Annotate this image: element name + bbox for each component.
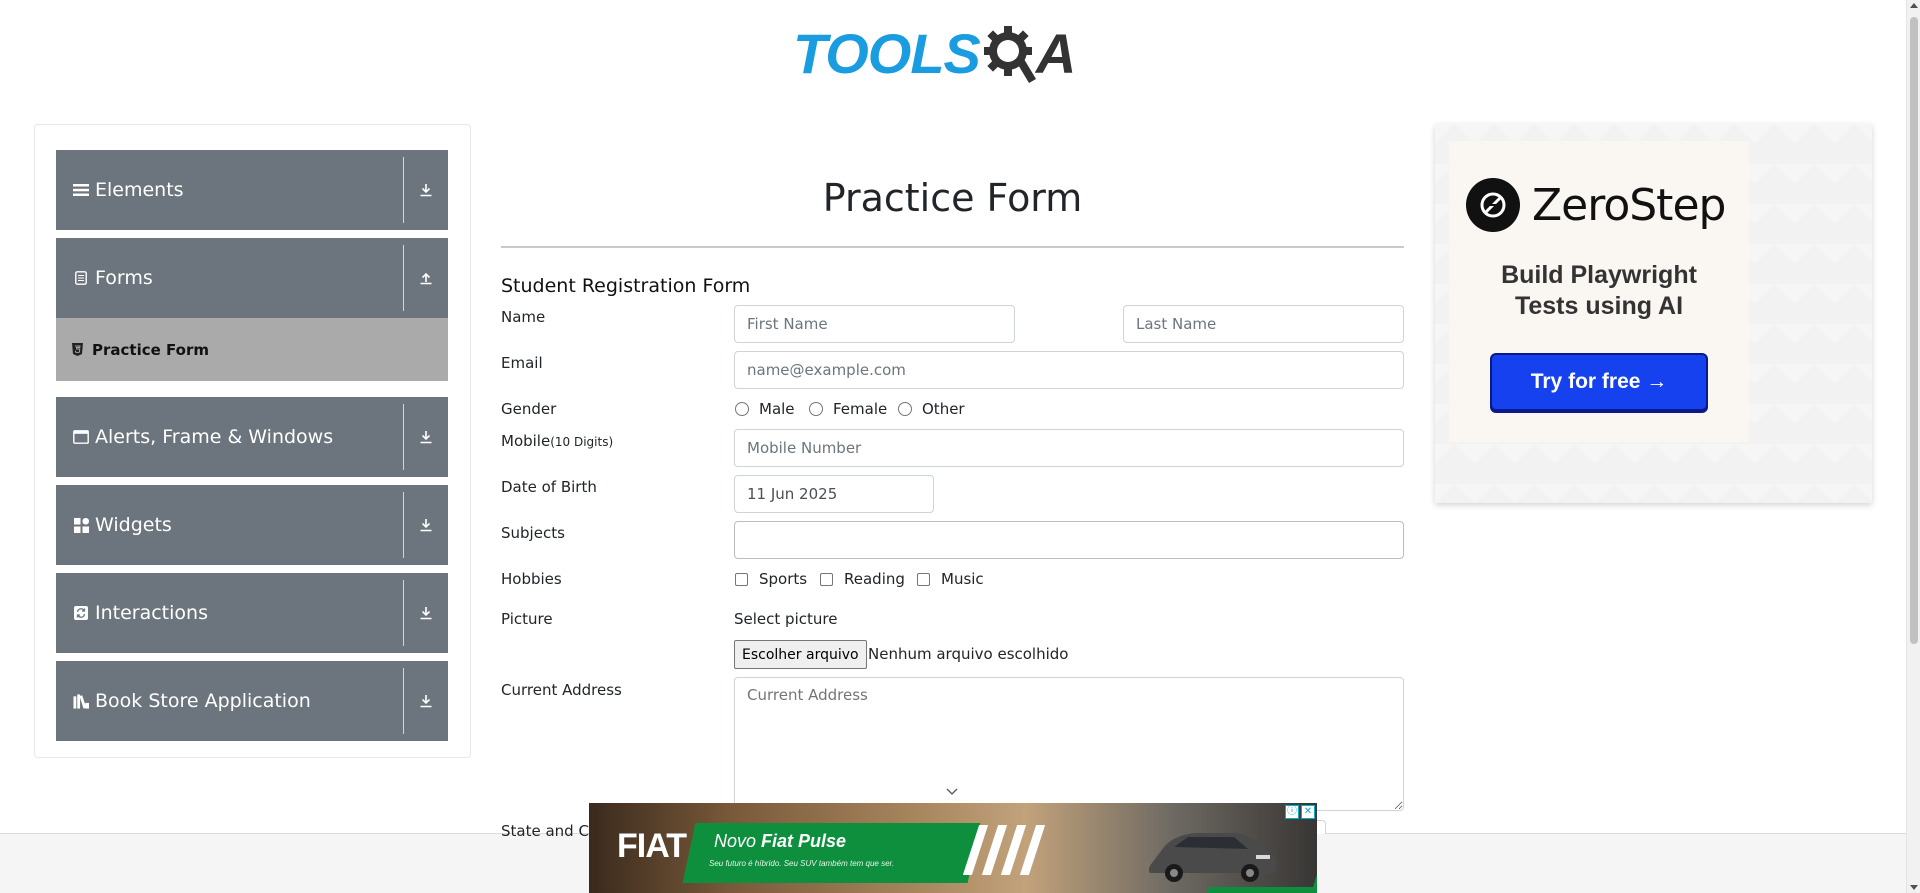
sidebar-group-alerts[interactable]: Alerts, Frame & Windows [56, 397, 448, 477]
state-city-label: State and Cit [501, 822, 599, 840]
sidebar-group-label: Elements [95, 179, 184, 201]
first-name-input[interactable]: First Name [734, 305, 1015, 343]
address-label: Current Address [501, 681, 622, 699]
ad-tagline-line1: Build Playwright [1501, 261, 1697, 289]
gender-radio-male[interactable]: Male [735, 400, 795, 418]
html5-icon [72, 343, 84, 357]
toolsqa-logo[interactable]: TOOLS A [793, 16, 1076, 92]
try-for-free-button[interactable]: Try for free → [1490, 353, 1708, 411]
sidebar-group-book-store[interactable]: Book Store Application [56, 661, 448, 741]
zerostep-logo-icon [1466, 178, 1520, 232]
ad-subline: Seu futuro é híbrido. Seu SUV também tem… [709, 859, 895, 868]
sidebar-group-label: Book Store Application [95, 690, 311, 712]
upload-icon[interactable] [404, 270, 448, 286]
file-status: Nenhum arquivo escolhido [868, 645, 1069, 663]
document-icon [73, 270, 89, 286]
close-icon[interactable]: ✕ [1301, 805, 1315, 819]
download-icon[interactable] [404, 182, 448, 198]
left-panel: Elements Forms Practice Form Alerts, Fra… [34, 124, 471, 758]
radio-circle[interactable] [735, 402, 749, 416]
checkbox-label: Sports [759, 570, 808, 588]
scrollbar-thumb[interactable] [1910, 17, 1918, 644]
mobile-hint: (10 Digits) [550, 435, 614, 449]
dob-label: Date of Birth [501, 478, 597, 496]
checkbox-box[interactable] [917, 572, 930, 586]
choose-file-button[interactable]: Escolher arquivo [734, 640, 867, 669]
subjects-label: Subjects [501, 524, 565, 542]
gear-magnifier-icon [983, 26, 1036, 83]
ad-headline-a: Novo [714, 831, 762, 851]
picture-label: Picture [501, 610, 553, 628]
subjects-input[interactable] [734, 521, 1404, 559]
checkbox-label: Reading [844, 570, 905, 588]
sidebar-item-practice-form[interactable]: Practice Form [56, 318, 448, 381]
email-label: Email [501, 354, 543, 372]
fiat-ad-banner[interactable]: FIAT Novo Fiat Pulse Seu futuro é híbrid… [589, 803, 1317, 893]
zerostep-brand: ZeroStep [1532, 179, 1726, 231]
sidebar-group-interactions[interactable]: Interactions [56, 573, 448, 653]
sidebar-group-label: Forms [95, 267, 153, 289]
mobile-label: Mobile(10 Digits) [501, 432, 613, 450]
books-icon [73, 693, 89, 709]
chevron-down-icon [946, 788, 958, 795]
radio-label: Female [833, 400, 888, 418]
mobile-label-text: Mobile [501, 432, 551, 450]
select-picture-label: Select picture [734, 610, 838, 628]
zerostep-ad[interactable]: ZeroStep Build Playwright Tests using AI… [1435, 124, 1872, 503]
sidebar-group-label: Widgets [95, 514, 172, 536]
radio-label: Male [759, 400, 795, 418]
ad-tagline: Build Playwright Tests using AI [1449, 260, 1749, 322]
zerostep-logo: ZeroStep [1466, 178, 1726, 232]
hobby-checkbox-sports[interactable]: Sports [735, 570, 807, 588]
hobby-checkbox-reading[interactable]: Reading [820, 570, 905, 588]
radio-circle[interactable] [898, 402, 912, 416]
download-icon[interactable] [404, 517, 448, 533]
gender-label: Gender [501, 400, 557, 418]
checkbox-label: Music [941, 570, 984, 588]
gender-radio-other[interactable]: Other [898, 400, 965, 418]
checkbox-box[interactable] [735, 572, 748, 586]
download-icon[interactable] [404, 693, 448, 709]
download-icon[interactable] [404, 605, 448, 621]
sidebar-item-label: Practice Form [92, 340, 209, 359]
ad-headline-b: Fiat Pulse [761, 831, 847, 851]
sidebar-group-label: Interactions [95, 602, 208, 624]
logo-suffix: A [1035, 22, 1077, 85]
scroll-down-icon[interactable] [1910, 885, 1918, 890]
mobile-input[interactable]: Mobile Number [734, 429, 1404, 467]
checkbox-box[interactable] [820, 572, 833, 586]
grid-icon [73, 517, 89, 533]
gender-radio-female[interactable]: Female [809, 400, 887, 418]
download-icon[interactable] [404, 429, 448, 445]
car-image [1148, 833, 1277, 882]
ad-stripes [962, 825, 1046, 875]
title-divider [501, 246, 1404, 248]
ad-headline: Novo Fiat Pulse [714, 831, 846, 852]
sidebar-group-label: Alerts, Frame & Windows [95, 426, 334, 448]
date-of-birth-input[interactable]: 11 Jun 2025 [734, 475, 934, 513]
scroll-up-icon[interactable] [1910, 3, 1918, 8]
ad-controls: ⓘ ✕ [1285, 805, 1315, 819]
hobbies-label: Hobbies [501, 570, 562, 588]
radio-circle[interactable] [809, 402, 823, 416]
page-title: Practice Form [822, 176, 1083, 220]
current-address-input[interactable] [734, 677, 1404, 811]
logo-text: TOOLS [793, 22, 981, 85]
hobby-checkbox-music[interactable]: Music [917, 570, 984, 588]
ad-info-icon[interactable]: ⓘ [1285, 805, 1299, 819]
fiat-logo: FIAT [617, 827, 687, 865]
name-label: Name [501, 308, 546, 326]
radio-label: Other [922, 400, 965, 418]
sidebar-group-forms[interactable]: Forms [56, 238, 448, 318]
window-icon [73, 429, 89, 445]
ad-tagline-line2: Tests using AI [1514, 292, 1684, 320]
sidebar-group-widgets[interactable]: Widgets [56, 485, 448, 565]
email-input[interactable]: name@example.com [734, 351, 1404, 389]
sync-icon [73, 605, 89, 621]
last-name-input[interactable]: Last Name [1123, 305, 1404, 343]
page-scrollbar[interactable] [1906, 0, 1920, 893]
form-subtitle: Student Registration Form [501, 275, 751, 297]
hamburger-icon [73, 182, 89, 198]
sidebar-group-elements[interactable]: Elements [56, 150, 448, 230]
